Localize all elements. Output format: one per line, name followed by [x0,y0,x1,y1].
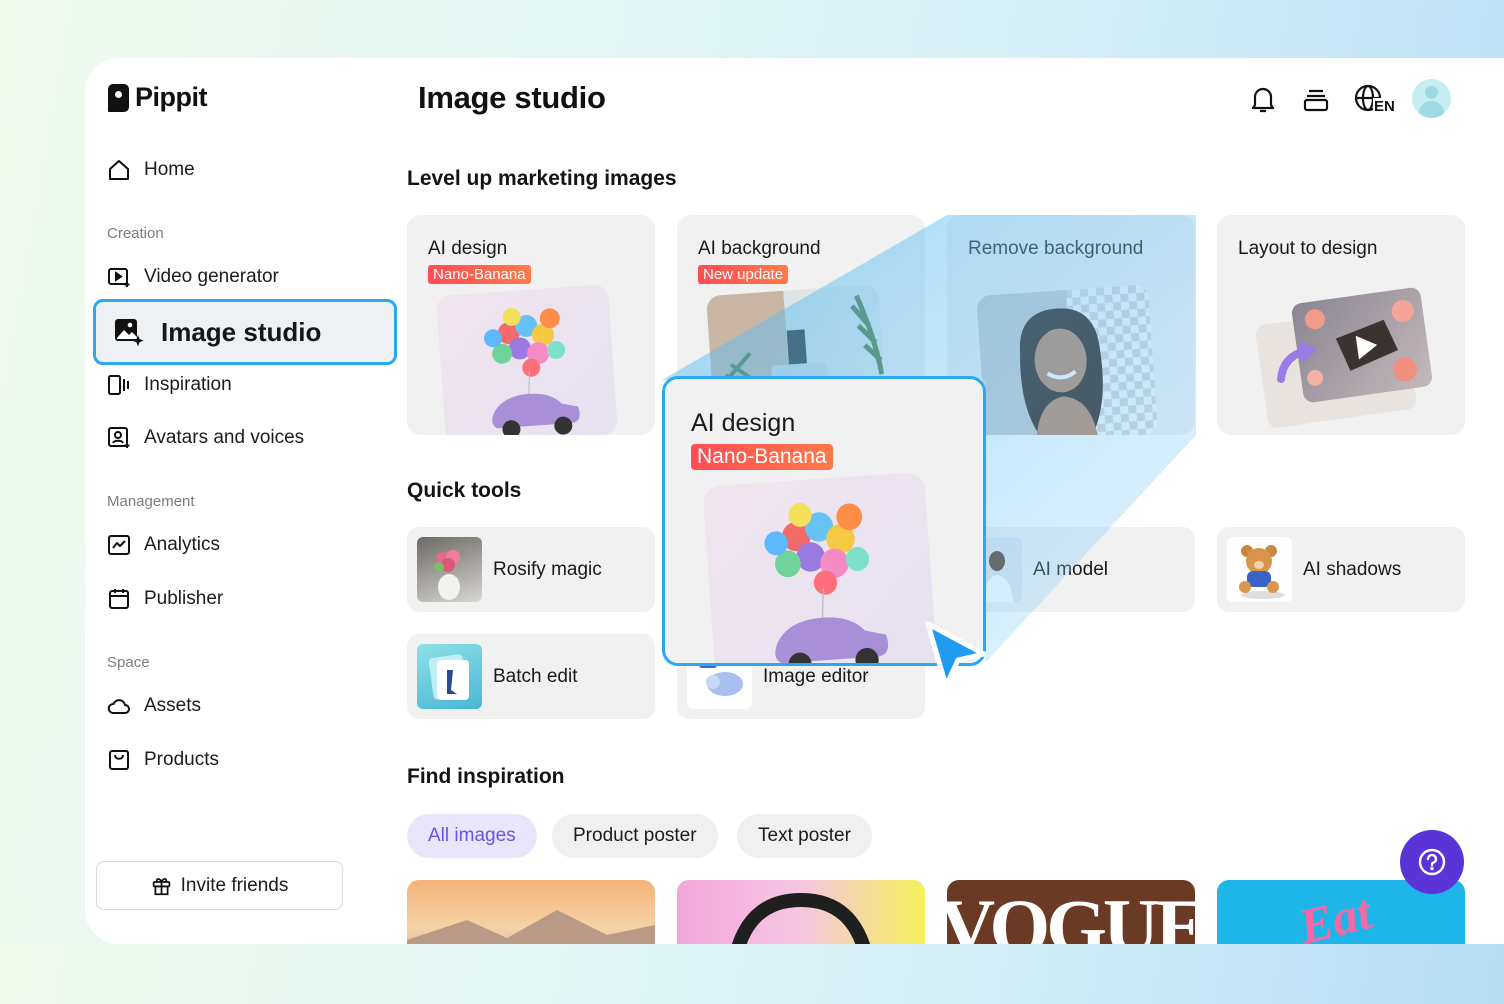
balloon-car-image [435,284,619,435]
arrow-icon [1277,341,1317,383]
tool-rosify-magic[interactable]: Rosify magic [407,527,655,612]
home-icon [109,160,129,180]
sidebar-section-space: Space [107,654,150,671]
stack-icon[interactable] [1300,83,1332,115]
ai-shadows-thumb [1227,537,1292,602]
language-code: EN [1373,98,1396,115]
marketing-section-title: Level up marketing images [407,167,677,190]
card-layout-to-design[interactable]: Layout to design [1217,215,1465,435]
sidebar-item-label: Analytics [144,534,221,555]
page-title: Image studio [418,80,606,115]
quick-tools-title: Quick tools [407,479,522,502]
sidebar-item-video-generator[interactable]: Video generator [107,265,279,289]
sidebar-section-management: Management [107,493,195,510]
balloon-car-image-large [702,471,938,663]
invite-label: Invite friends [180,874,289,896]
sidebar-item-label: Inspiration [144,374,232,395]
chip-product-poster[interactable]: Product poster [552,814,718,858]
sidebar-item-home[interactable]: Home [107,158,195,182]
inspiration-card-headphones[interactable] [677,880,925,944]
sidebar-item-label: Home [144,159,195,180]
card-title: Layout to design [1238,238,1378,259]
sidebar-item-label: Assets [144,695,202,716]
sidebar-item-inspiration[interactable]: Inspiration [107,373,232,397]
sidebar-item-analytics[interactable]: Analytics [107,533,220,557]
bell-icon[interactable] [1247,83,1279,115]
sidebar-section-creation: Creation [107,225,164,242]
tool-label: AI model [1033,558,1108,580]
image-sparkle-icon [115,319,144,347]
portrait-image [975,284,1159,435]
inspiration-card-sunset[interactable] [407,880,655,944]
logo-mark-icon [108,83,129,112]
products-icon [109,750,129,770]
tool-batch-edit[interactable]: Batch edit [407,634,655,719]
card-title: AI background [698,238,821,259]
pippit-logo[interactable]: Pippit [108,82,208,113]
invite-friends-button[interactable]: Invite friends [96,861,343,910]
eat-text: Eat [1293,883,1377,944]
sidebar-item-label: Avatars and voices [144,427,305,448]
sidebar-item-avatars[interactable]: Avatars and voices [107,426,304,450]
sidebar-item-products[interactable]: Products [107,748,219,772]
zoom-card-badge: Nano-Banana [691,444,833,470]
tool-label: AI shadows [1303,558,1402,580]
card-badge: Nano-Banana [428,265,531,284]
sidebar-item-label: Image studio [161,316,322,347]
card-title: AI design [428,238,508,259]
analytics-icon [108,535,130,555]
tool-ai-shadows[interactable]: AI shadows [1217,527,1465,612]
sidebar-item-assets[interactable]: Assets [107,694,201,718]
chip-all-images[interactable]: All images [407,814,537,858]
calendar-icon [109,589,129,609]
vogue-text: VOGUE [947,883,1195,945]
logo-text: Pippit [135,82,208,112]
avatar-icon [108,427,130,448]
help-button[interactable] [1400,830,1464,894]
mouse-cursor-icon [925,621,987,689]
zoom-card-title: AI design [691,409,796,437]
rosify-thumb [417,537,482,602]
inspiration-title: Find inspiration [407,765,565,788]
sidebar-item-label: Publisher [144,588,224,609]
bottom-backdrop [0,944,1504,1004]
question-icon [1418,848,1446,876]
sidebar-item-label: Products [144,749,219,770]
sidebar-item-image-studio[interactable]: Image studio [93,299,397,365]
avatar[interactable] [1412,79,1451,118]
sidebar-item-publisher[interactable]: Publisher [107,587,223,611]
card-ai-design[interactable]: AI design Nano-Banana [407,215,655,435]
batch-edit-thumb [417,644,482,709]
sidebar-item-label: Video generator [144,266,279,287]
card-badge: New update [698,265,789,284]
cloud-icon [107,699,130,714]
card-title: Remove background [968,238,1144,259]
gift-icon [152,878,170,896]
tool-label: Rosify magic [493,558,602,580]
tool-label: Batch edit [493,665,578,687]
chip-text-poster[interactable]: Text poster [737,814,872,858]
video-icon [108,268,130,287]
inspiration-card-vogue[interactable]: VOGUE [947,880,1195,944]
language-icon[interactable]: EN [1353,83,1397,115]
inspiration-icon [108,375,129,395]
tool-label: Image editor [763,665,869,687]
